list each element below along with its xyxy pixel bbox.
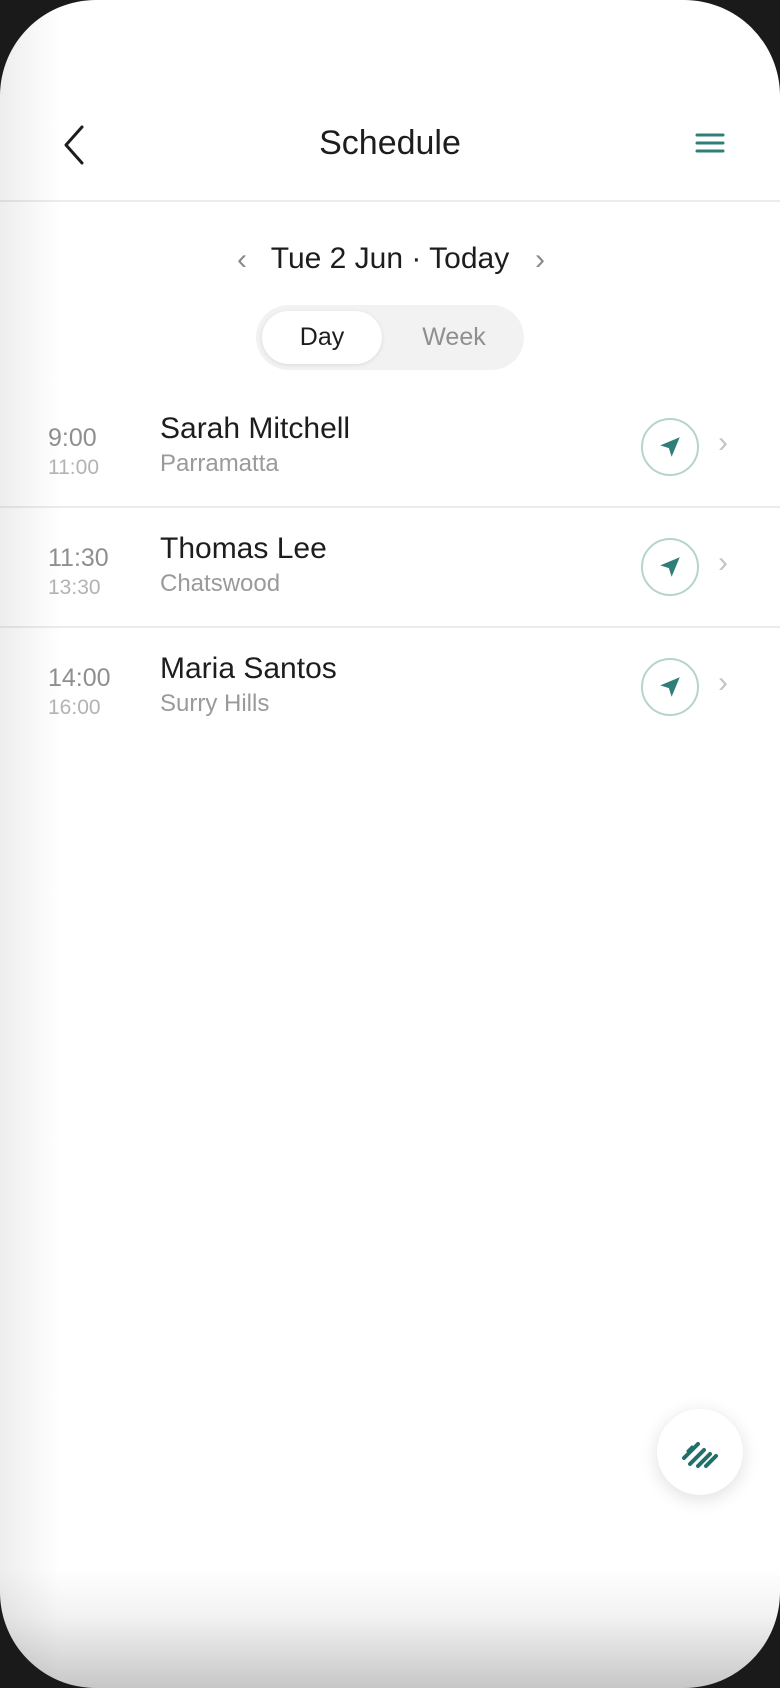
appointment-row[interactable]: 14:00 16:00 Maria Santos Surry Hills › <box>0 628 780 748</box>
navigate-button[interactable] <box>641 658 699 716</box>
start-time: 9:00 <box>48 424 97 452</box>
top-bar: Schedule <box>0 90 780 202</box>
end-time: 13:30 <box>48 576 101 599</box>
hamburger-menu-icon <box>695 133 725 153</box>
appointment-row[interactable]: 9:00 11:00 Sarah Mitchell Parramatta › <box>0 388 780 508</box>
client-name: Thomas Lee <box>160 532 327 565</box>
end-time: 16:00 <box>48 696 101 719</box>
week-view-tab[interactable]: Week <box>390 311 518 364</box>
date-navigator: ‹ Tue 2 Jun · Today › <box>0 238 780 282</box>
view-toggle: Day Week <box>256 305 524 370</box>
navigate-button[interactable] <box>641 538 699 596</box>
menu-button[interactable] <box>694 130 726 158</box>
chevron-right-icon: › <box>718 546 728 579</box>
quick-log-icon <box>682 1442 718 1468</box>
phone-screen: Schedule ‹ Tue 2 Jun · Today › Day Week … <box>0 0 780 1688</box>
client-location: Parramatta <box>160 450 279 477</box>
navigation-arrow-icon <box>660 557 680 577</box>
chevron-right-icon: › <box>718 666 728 699</box>
quick-log-button[interactable] <box>657 1409 743 1495</box>
bottom-shading <box>0 1568 780 1688</box>
current-date-label: Tue 2 Jun · Today <box>270 242 510 275</box>
client-name: Sarah Mitchell <box>160 412 351 445</box>
chevron-right-icon: › <box>718 426 728 459</box>
navigation-arrow-icon <box>660 437 680 457</box>
navigate-button[interactable] <box>641 418 699 476</box>
client-location: Surry Hills <box>160 690 270 717</box>
next-day-button[interactable]: › <box>520 238 560 282</box>
start-time: 14:00 <box>48 664 111 692</box>
appointment-row[interactable]: 11:30 13:30 Thomas Lee Chatswood › <box>0 508 780 628</box>
start-time: 11:30 <box>48 544 109 572</box>
client-location: Chatswood <box>160 570 281 597</box>
navigation-arrow-icon <box>660 677 680 697</box>
page-title: Schedule <box>319 124 461 162</box>
day-view-tab[interactable]: Day <box>262 311 382 364</box>
appointment-list: 9:00 11:00 Sarah Mitchell Parramatta › 1… <box>0 388 780 748</box>
client-name: Maria Santos <box>160 652 337 685</box>
end-time: 11:00 <box>48 456 99 479</box>
